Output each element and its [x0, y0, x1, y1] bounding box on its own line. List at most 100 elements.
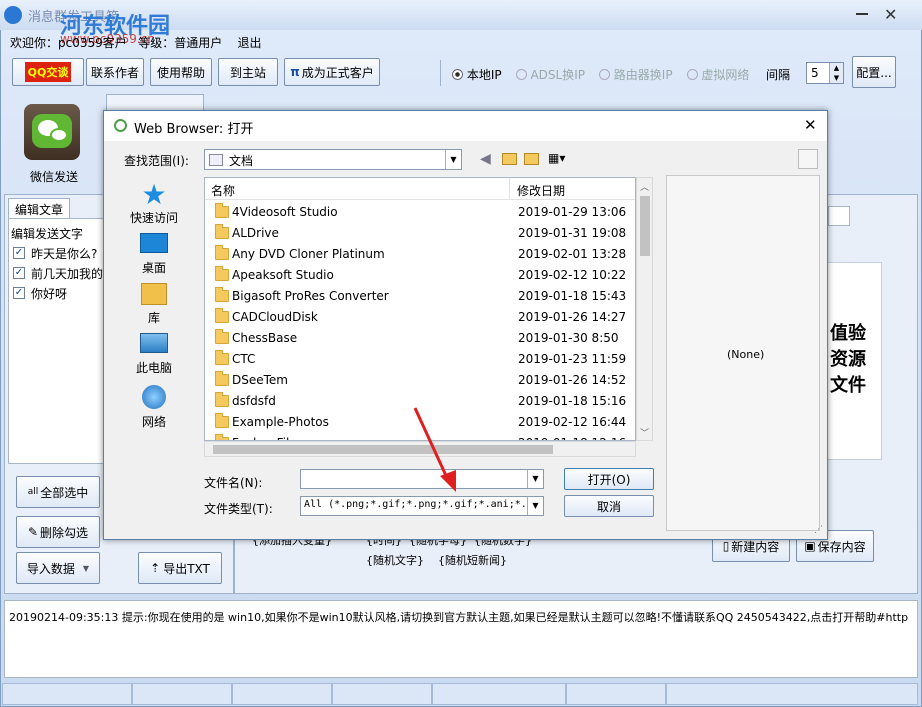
column-divider[interactable]: [509, 178, 510, 200]
title-bar: 消息群发工具箱 河东软件园 ✕: [0, 0, 922, 39]
column-name[interactable]: 名称: [211, 182, 235, 199]
main-site-button[interactable]: 到主站: [218, 58, 278, 86]
list-item[interactable]: ✓ 昨天是你么?: [13, 245, 105, 263]
list-item-label: 前几天加我的: [31, 267, 104, 281]
folder-icon: [215, 329, 229, 344]
delete-checked-button[interactable]: ✎ 删除勾选: [16, 516, 100, 548]
file-row[interactable]: Any DVD Cloner Platinum 2019-02-01 13:28: [205, 244, 635, 265]
arrow-head: [440, 470, 456, 492]
logout-link[interactable]: 退出: [238, 36, 262, 50]
dropdown-arrow-icon[interactable]: ▼: [527, 470, 543, 488]
nav-quick-access[interactable]: ★ 快速访问: [114, 181, 194, 226]
checkbox-checked-icon[interactable]: ✓: [13, 247, 25, 259]
file-row[interactable]: CADCloudDisk 2019-01-26 14:27: [205, 307, 635, 328]
list-item-label: 你好呀: [31, 287, 68, 301]
computer-icon: [140, 333, 168, 353]
file-date: 2019-01-26 14:52: [518, 373, 627, 387]
checkbox-checked-icon[interactable]: ✓: [13, 287, 25, 299]
preview-line: 值验: [830, 323, 866, 344]
checkbox-checked-icon[interactable]: ✓: [13, 267, 25, 279]
radio-router[interactable]: 路由器换IP: [598, 66, 673, 83]
config-button[interactable]: 配置...: [852, 56, 896, 88]
tag-random-news[interactable]: {随机短新闻}: [438, 554, 507, 567]
nav-network[interactable]: 网络: [114, 385, 194, 430]
pi-icon: π: [290, 65, 300, 79]
view-menu-icon[interactable]: ▦▾: [548, 151, 565, 165]
stepper-arrows-icon[interactable]: ▲ ▼: [829, 63, 843, 83]
qq-chat-button[interactable]: QQ交谈: [12, 58, 84, 86]
search-field[interactable]: [828, 206, 850, 226]
scrollbar-thumb[interactable]: [640, 196, 650, 256]
level-label: 等级：: [138, 36, 175, 50]
ip-mode-group: 本地IP ADSL换IP 路由器换IP 虚拟网络: [452, 66, 749, 83]
radio-local[interactable]: 本地IP: [452, 66, 502, 83]
select-all-button[interactable]: all 全部选中: [16, 476, 100, 508]
file-row[interactable]: Apeaksoft Studio 2019-02-12 10:22: [205, 265, 635, 286]
file-name: CTC: [232, 352, 256, 366]
filename-label: 文件名(N):: [204, 476, 263, 490]
wechat-send-label: 微信发送: [30, 170, 79, 184]
back-icon[interactable]: ◀: [480, 151, 491, 167]
new-content-label: 新建内容: [731, 539, 780, 554]
nav-this-pc[interactable]: 此电脑: [114, 333, 194, 376]
folder-icon: [215, 203, 229, 218]
minimize-icon[interactable]: [856, 13, 868, 15]
nav-library[interactable]: 库: [114, 283, 194, 326]
tab-edit-article[interactable]: 编辑文章: [8, 198, 70, 218]
export-txt-button[interactable]: ⇡ 导出TXT: [138, 552, 222, 584]
radio-adsl[interactable]: ADSL换IP: [515, 66, 585, 83]
file-date: 2019-01-26 14:27: [518, 310, 627, 324]
file-row[interactable]: ALDrive 2019-01-31 19:08: [205, 223, 635, 244]
resize-grip-icon[interactable]: ⋰: [814, 525, 823, 535]
file-date: 2019-01-18 15:16: [518, 394, 627, 408]
tab-edit-article-label: 编辑文章: [14, 203, 63, 217]
look-in-select[interactable]: 文档 ▼: [204, 149, 462, 170]
scrollbar-thumb-h[interactable]: [213, 445, 553, 454]
file-row[interactable]: CTC 2019-01-23 11:59: [205, 349, 635, 370]
file-row[interactable]: Bigasoft ProRes Converter 2019-01-18 15:4…: [205, 286, 635, 307]
list-item[interactable]: ✓ 前几天加我的: [13, 265, 105, 283]
qq-chat-label: QQ交谈: [24, 62, 72, 82]
up-folder-icon[interactable]: [502, 153, 517, 165]
contact-author-button[interactable]: 联系作者: [86, 58, 144, 86]
interval-stepper[interactable]: 5 ▲ ▼: [806, 62, 844, 84]
column-date[interactable]: 修改日期: [517, 182, 565, 199]
help-button[interactable]: 使用帮助: [150, 58, 212, 86]
cancel-button[interactable]: 取消: [564, 495, 654, 517]
scroll-down-icon[interactable]: ﹀: [640, 426, 649, 439]
browser-icon: [114, 119, 127, 132]
documents-folder-icon: [209, 154, 223, 166]
export-txt-label: 导出TXT: [163, 561, 210, 576]
nav-desktop[interactable]: 桌面: [114, 233, 194, 276]
folder-icon: [215, 350, 229, 365]
dialog-title-bar: Web Browser: 打开 ✕: [104, 111, 827, 141]
file-row[interactable]: ChessBase 2019-01-30 8:50: [205, 328, 635, 349]
vertical-scrollbar[interactable]: ︿ ﹀: [636, 177, 653, 441]
import-data-label: 导入数据: [26, 561, 75, 576]
tag-random-text[interactable]: {随机文字}: [366, 554, 424, 567]
dropdown-arrow-icon[interactable]: ▼: [527, 497, 543, 515]
radio-icon: [598, 69, 610, 80]
radio-selected-icon: [452, 69, 463, 80]
list-item[interactable]: ✓ 你好呀: [13, 285, 105, 303]
radio-vpn[interactable]: 虚拟网络: [686, 66, 749, 83]
preview-toggle-icon[interactable]: [798, 149, 818, 169]
new-folder-icon[interactable]: [524, 153, 539, 165]
scroll-up-icon[interactable]: ︿: [640, 180, 649, 193]
file-row[interactable]: 4Videosoft Studio 2019-01-29 13:06: [205, 202, 635, 223]
file-row[interactable]: DSeeTem 2019-01-26 14:52: [205, 370, 635, 391]
close-icon[interactable]: ✕: [884, 5, 897, 24]
become-official-button[interactable]: π 成为正式客户: [284, 58, 380, 86]
import-data-button[interactable]: 导入数据 ▼: [16, 552, 100, 584]
preview-line: 资源: [830, 349, 866, 370]
welcome-label: 欢迎你：: [10, 36, 59, 50]
tags-row-2: {随机文字} {随机短新闻}: [366, 552, 507, 568]
open-button[interactable]: 打开(O): [564, 468, 654, 490]
star-icon: ★: [141, 178, 167, 211]
radio-adsl-label: ADSL换IP: [530, 68, 585, 82]
dialog-close-icon[interactable]: ✕: [804, 116, 817, 134]
wechat-send-button[interactable]: 微信发送: [20, 104, 90, 186]
interval-value: 5: [811, 66, 819, 80]
contact-author-label: 联系作者: [90, 65, 139, 80]
wechat-icon: [24, 104, 80, 160]
